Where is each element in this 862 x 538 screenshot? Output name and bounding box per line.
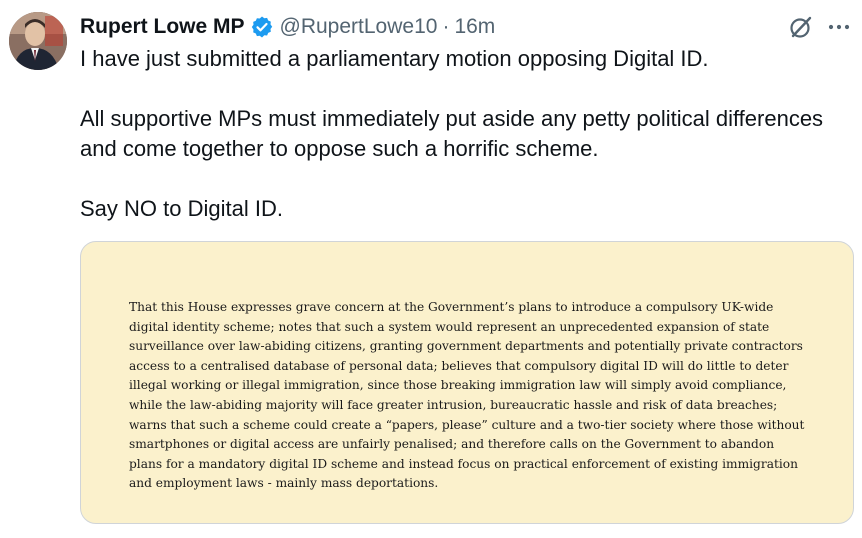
more-options-icon[interactable] (826, 14, 852, 40)
avatar[interactable] (9, 12, 67, 70)
post-timestamp[interactable]: 16m (454, 15, 495, 39)
author-handle[interactable]: @RupertLowe10 (280, 15, 438, 39)
tweet: Rupert Lowe MP @RupertLowe10 · 16m I hav… (0, 0, 862, 538)
avatar-image (9, 12, 67, 70)
author-display-name[interactable]: Rupert Lowe MP (80, 15, 245, 39)
post-paragraph: Say NO to Digital ID. (80, 196, 283, 221)
post-header: Rupert Lowe MP @RupertLowe10 · 16m (80, 12, 495, 42)
post-paragraph: I have just submitted a parliamentary mo… (80, 46, 709, 71)
grok-icon[interactable] (788, 14, 814, 40)
post-paragraph: All supportive MPs must immediately put … (80, 106, 824, 161)
header-separator: · (442, 15, 450, 38)
post-text: I have just submitted a parliamentary mo… (80, 44, 840, 224)
post-top-actions (788, 14, 852, 40)
motion-text: That this House expresses grave concern … (129, 300, 805, 491)
verified-badge-icon (250, 15, 274, 39)
attached-image-motion[interactable]: That this House expresses grave concern … (80, 241, 854, 524)
